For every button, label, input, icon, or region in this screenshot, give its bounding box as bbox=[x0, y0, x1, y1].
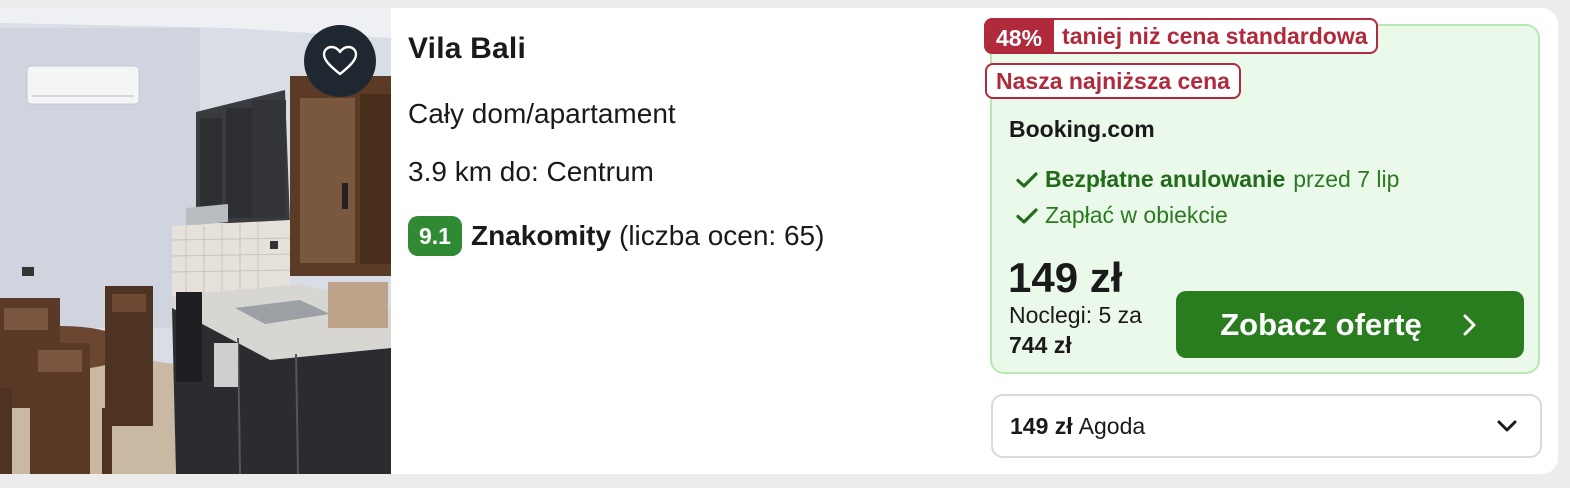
discount-text: taniej niż cena standardowa bbox=[1054, 18, 1378, 54]
chevron-down-icon bbox=[1497, 420, 1517, 432]
alt-offer-price: 149 zł bbox=[1010, 412, 1073, 439]
favorite-button[interactable] bbox=[304, 25, 376, 97]
discount-badge: 48% taniej niż cena standardowa bbox=[984, 18, 1378, 54]
perk-detail: przed 7 lip bbox=[1293, 166, 1400, 192]
total-price: 744 zł bbox=[1009, 332, 1072, 358]
property-type: Cały dom/apartament bbox=[408, 98, 676, 129]
distance-to-center: 3.9 km do: Centrum bbox=[408, 156, 654, 187]
alt-offer-provider: Agoda bbox=[1078, 412, 1146, 439]
total-price-info: Noclegi: 5 za 744 zł bbox=[1009, 300, 1169, 360]
rating-label: Znakomity bbox=[470, 220, 612, 251]
perk-free-cancellation: Bezpłatne anulowanie przed 7 lip bbox=[1015, 166, 1399, 193]
view-deal-button[interactable]: Zobacz ofertę bbox=[1176, 291, 1524, 358]
nightly-price: 149 zł bbox=[1008, 254, 1123, 301]
perk-detail: Zapłać w obiekcie bbox=[1045, 202, 1228, 228]
other-offers-dropdown[interactable]: 149 zł Agoda bbox=[991, 394, 1542, 458]
check-icon bbox=[1016, 171, 1038, 188]
chevron-right-icon bbox=[1463, 314, 1476, 335]
hotel-name[interactable]: Vila Bali bbox=[408, 32, 526, 66]
hotel-photo[interactable] bbox=[0, 8, 391, 474]
discount-percent: 48% bbox=[984, 18, 1055, 54]
deal-provider: Booking.com bbox=[1009, 116, 1155, 142]
check-icon bbox=[1016, 207, 1038, 224]
lowest-price-badge: Nasza najniższa cena bbox=[985, 63, 1241, 99]
perk-pay-at-property: Zapłać w obiekcie bbox=[1015, 202, 1228, 229]
nights-text: Noclegi: 5 za bbox=[1009, 302, 1142, 328]
rating-score-badge: 9.1 bbox=[408, 216, 462, 256]
heart-outline-icon bbox=[322, 45, 358, 76]
perk-title: Bezpłatne anulowanie bbox=[1045, 166, 1286, 192]
rating-row[interactable]: 9.1 Znakomity (liczba ocen: 65) bbox=[408, 216, 824, 256]
view-deal-label: Zobacz ofertę bbox=[1220, 306, 1422, 342]
hotel-card: Vila Bali Cały dom/apartament 3.9 km do:… bbox=[0, 8, 1558, 474]
review-count: (liczba ocen: 65) bbox=[619, 220, 825, 251]
